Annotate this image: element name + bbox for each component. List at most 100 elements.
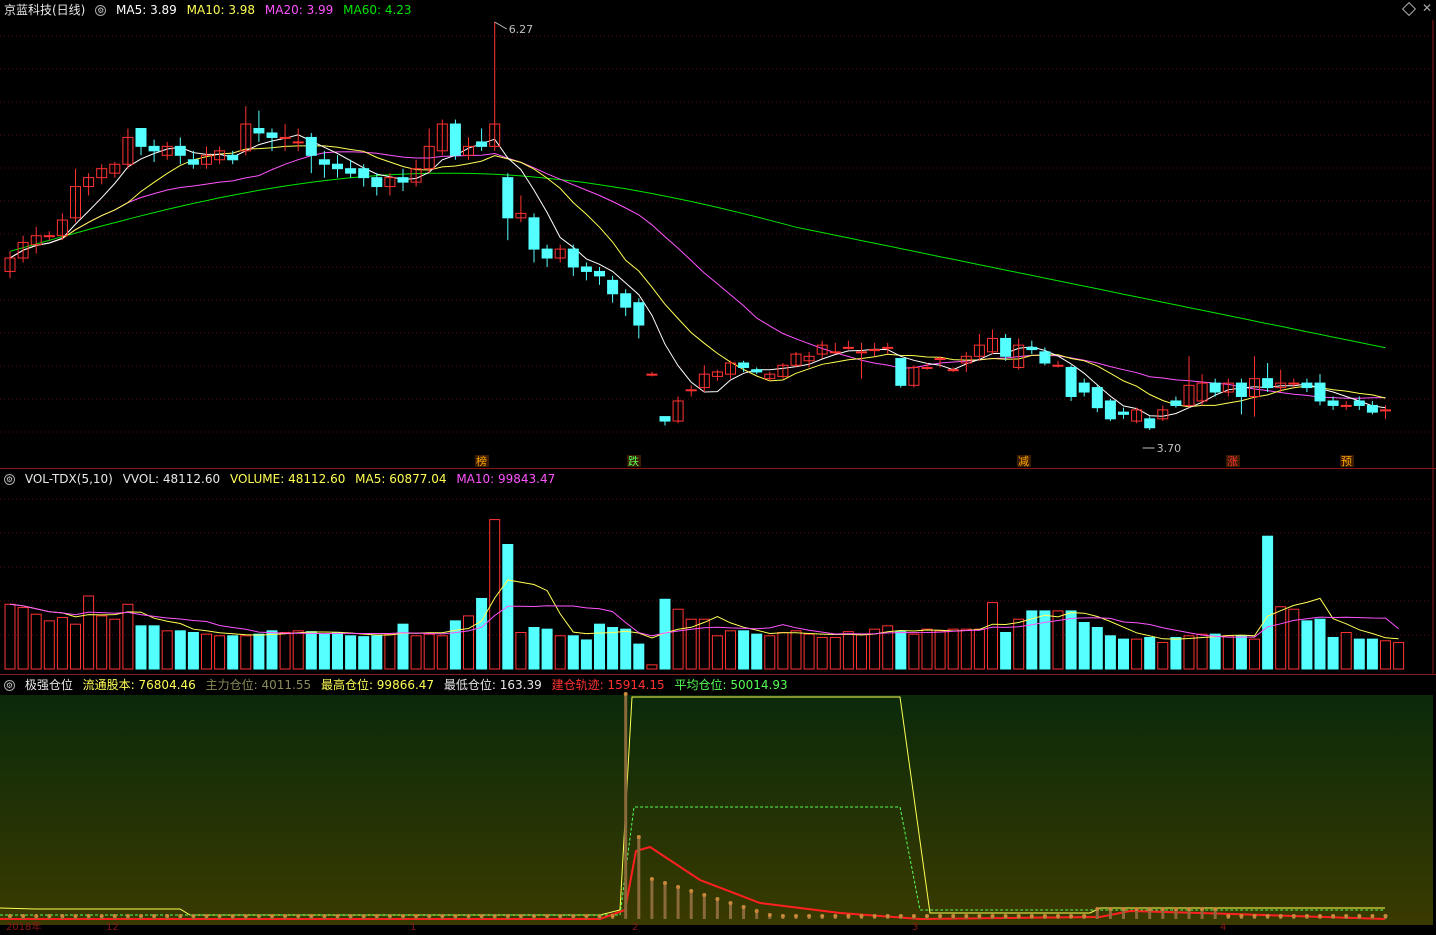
candle-body	[305, 136, 317, 156]
volume-bar	[1209, 633, 1221, 670]
volume-bar	[541, 628, 553, 670]
candle-body	[1314, 382, 1326, 402]
volume-bar	[489, 519, 501, 670]
ma5-label: MA5: 3.89	[116, 3, 177, 17]
price-panel[interactable]: 6.27 3.70 榜 跌 减 涨 预 京蓝科技(日线) ⚙ MA5: 3.89 MA10:…	[0, 0, 1436, 468]
ma10-label: MA10: 3.98	[186, 3, 256, 17]
low-price-label: 3.70	[1157, 442, 1182, 455]
volume-bar	[292, 630, 304, 670]
main-pos-dot	[309, 914, 314, 918]
settings-icon[interactable]: ⚙	[4, 680, 15, 691]
price-chart[interactable]: 6.27 3.70 榜 跌 减 涨 预	[0, 0, 1436, 468]
candle-body	[882, 346, 894, 349]
volume-bar	[266, 630, 278, 670]
main-pos-dot	[112, 914, 117, 918]
main-pos-dot	[1331, 914, 1336, 918]
volume-bar	[371, 635, 383, 670]
main-pos-dot	[820, 914, 825, 918]
volume-bar	[384, 633, 396, 670]
candle-body	[934, 358, 946, 361]
volume-bar	[1249, 638, 1260, 670]
main-pos-dot	[427, 914, 432, 918]
main-pos-dot	[925, 914, 929, 918]
volume-bar	[908, 633, 920, 670]
main-pos-dot	[1318, 914, 1322, 918]
avg-pos-label: 平均仓位: 50014.93	[674, 678, 788, 692]
ma10-line	[9, 145, 1386, 408]
indicator-panel[interactable]: ⚙ 极强仓位 流通股本: 76804.46 主力仓位: 4011.55 最高仓位…	[0, 675, 1436, 933]
main-pos-dot	[204, 914, 209, 918]
candle-body	[227, 154, 239, 161]
indicator-bg	[0, 695, 1433, 925]
volume-bar	[1000, 631, 1012, 670]
volume-bar	[1222, 635, 1234, 670]
volume-bar	[1314, 618, 1326, 670]
main-pos-dot	[1304, 914, 1309, 918]
main-pos-dot	[636, 835, 641, 839]
main-pos-dot	[73, 914, 78, 918]
volume-bar	[1118, 638, 1129, 670]
candle-body	[1000, 337, 1012, 357]
candle-body	[1144, 418, 1156, 429]
candle-body	[148, 145, 160, 152]
volume-chart[interactable]	[0, 469, 1436, 674]
main-pos-dot	[283, 914, 288, 918]
volume-bar	[135, 625, 147, 670]
main-pos-dot	[741, 905, 746, 909]
main-pos-dot	[1370, 914, 1375, 918]
main-pos-dot	[754, 909, 759, 913]
volume-bar	[397, 623, 409, 670]
main-pos-dot	[1069, 914, 1074, 918]
main-pos-dot	[270, 914, 274, 918]
main-pos-dot	[335, 914, 340, 918]
volume-bar	[725, 630, 736, 670]
close-icon[interactable]: ✕	[1422, 1, 1432, 15]
volume-bar	[580, 639, 592, 670]
main-pos-dot	[964, 914, 969, 918]
volume-bar	[463, 615, 474, 670]
candle-body	[1366, 404, 1378, 413]
main-pos-dot	[898, 914, 903, 918]
candle-body	[567, 248, 579, 268]
ind-title[interactable]: 极强仓位	[25, 678, 73, 692]
main-pos-dot	[1239, 914, 1244, 918]
volume-bar	[1104, 635, 1116, 670]
candle-body	[1209, 382, 1221, 393]
candle-body	[1380, 409, 1391, 412]
candle-body	[1170, 400, 1182, 406]
main-pos-dot	[1029, 914, 1034, 918]
candle-body	[43, 235, 55, 238]
candle-body	[358, 168, 370, 179]
volume-bar	[96, 615, 108, 670]
main-pos-dot	[47, 914, 52, 918]
main-pos-dot	[872, 914, 877, 918]
volume-panel[interactable]: ⚙ VOL-TDX(5,10) VVOL: 48112.60 VOLUME: 4…	[0, 469, 1436, 674]
volume-bar	[816, 636, 828, 670]
volume-bar	[436, 635, 448, 670]
vol-title[interactable]: VOL-TDX(5,10)	[25, 472, 113, 486]
settings-icon[interactable]: ⚙	[95, 5, 107, 16]
settings-icon[interactable]: ⚙	[4, 474, 15, 485]
volume-bar	[973, 628, 985, 670]
stock-title[interactable]: 京蓝科技(日线)	[4, 3, 85, 17]
volume-bar	[1170, 636, 1182, 670]
signal-marker: 减	[1018, 455, 1029, 468]
volume-bar	[960, 628, 972, 670]
volume-bar	[698, 618, 710, 670]
volume-bar	[620, 628, 632, 670]
vol-ma5-label: MA5: 60877.04	[355, 472, 447, 486]
main-pos-dot	[374, 914, 379, 918]
build-track-label: 建仓轨迹: 15914.15	[551, 678, 665, 692]
candle-body	[1353, 400, 1365, 406]
volume-bar	[934, 630, 946, 670]
main-pos-dot	[610, 914, 615, 918]
candle-body	[921, 366, 933, 369]
indicator-chart[interactable]	[0, 675, 1436, 933]
main-pos-dot	[414, 914, 419, 918]
vol-ma5-line	[9, 579, 1399, 640]
volume-bar	[1078, 622, 1090, 670]
main-pos-dot	[492, 914, 497, 918]
main-pos-dot	[1291, 914, 1296, 918]
volume-bar	[122, 603, 134, 670]
candle-body	[607, 279, 619, 295]
